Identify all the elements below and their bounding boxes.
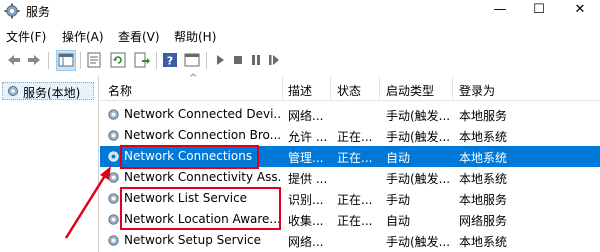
annotation-arrow-icon [64, 166, 111, 239]
